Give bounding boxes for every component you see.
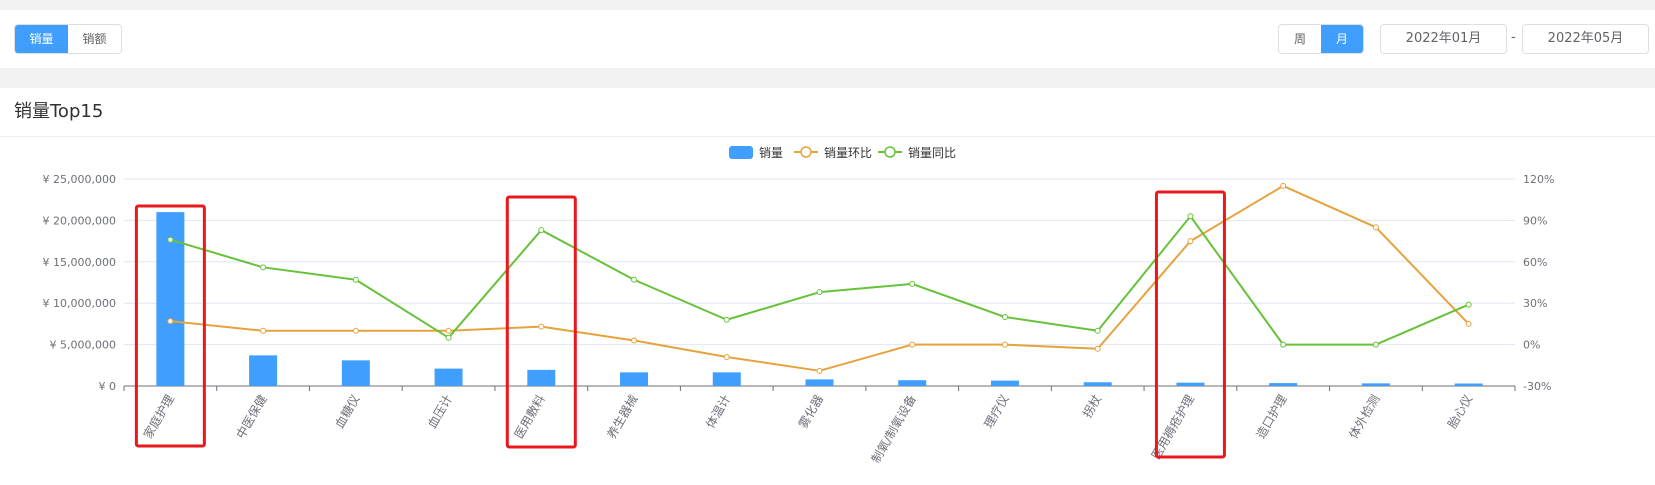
- x-axis-category-label: 中医保健: [233, 392, 270, 441]
- mom-point-9: [1001, 341, 1008, 348]
- legend-bar-swatch: [729, 146, 753, 159]
- x-axis-category-label: 体外检测: [1345, 392, 1382, 441]
- mom-point-10: [1094, 345, 1101, 352]
- yoy-point-13: [1372, 341, 1379, 348]
- right-axis-tick-label: -30%: [1523, 380, 1551, 393]
- x-axis-category-label: 家庭护理: [140, 392, 177, 441]
- highlight-box-2: [1154, 190, 1226, 459]
- mom-point-8: [909, 341, 916, 348]
- bar-10: [1083, 382, 1112, 386]
- yoy-point-0: [167, 236, 174, 243]
- chart-card: 销量Top15 ¥ 0 ¥ 5,000,000 ¥ 10,000,000 ¥ 15,0…: [0, 88, 1655, 485]
- x-axis-category-label: 理疗仪: [981, 393, 1011, 431]
- legend-yoy-label: 销量同比: [908, 146, 956, 160]
- yoy-point-5: [631, 276, 638, 283]
- yoy-point-1: [260, 264, 267, 271]
- bar-11: [1176, 382, 1205, 386]
- yoy-point-9: [1001, 314, 1008, 320]
- left-axis-tick-label: ¥ 20,000,000: [43, 214, 116, 227]
- mom-point-13: [1372, 224, 1379, 231]
- mom-point-1: [260, 327, 267, 334]
- mom-point-5: [631, 337, 638, 344]
- x-axis-category-label: 拐杖: [1079, 392, 1104, 420]
- bar-14: [1454, 383, 1483, 386]
- bar-1: [249, 355, 278, 386]
- mom-point-7: [816, 367, 823, 374]
- left-axis-tick-label: ¥ 5,000,000: [50, 339, 116, 352]
- yoy-point-3: [445, 334, 452, 341]
- x-axis-category-label: 养生器械: [604, 392, 641, 441]
- bar-2: [341, 360, 370, 386]
- right-axis-tick-label: 60%: [1523, 256, 1547, 269]
- bar-9: [990, 380, 1019, 386]
- left-axis-tick-label: ¥ 0: [99, 380, 117, 393]
- yoy-point-7: [816, 289, 823, 296]
- legend-yoy-swatch-marker: [884, 146, 896, 158]
- left-axis-tick-label: ¥ 10,000,000: [43, 297, 116, 310]
- yoy-point-8: [909, 280, 916, 287]
- period-tab-week[interactable]: 周: [1279, 25, 1321, 53]
- date-end-input[interactable]: 2022年05月: [1522, 24, 1649, 54]
- bar-6: [712, 372, 741, 386]
- legend-mom-swatch-marker: [800, 146, 812, 158]
- bar-4: [527, 369, 556, 386]
- legend-bar-label: 销量: [759, 146, 783, 160]
- x-axis-category-label: 雾化器: [796, 393, 826, 431]
- period-tab-month[interactable]: 月: [1321, 25, 1363, 53]
- date-start-input[interactable]: 2022年01月: [1380, 24, 1507, 54]
- legend-mom-label: 销量环比: [824, 146, 872, 160]
- bar-5: [620, 372, 649, 386]
- bar-8: [898, 380, 927, 386]
- mom-point-12: [1280, 182, 1287, 189]
- bar-7: [805, 379, 834, 386]
- right-axis-tick-label: 30%: [1523, 297, 1547, 310]
- right-axis-tick-label: 90%: [1523, 214, 1547, 227]
- bar-13: [1361, 383, 1390, 386]
- x-axis-category-label: 制氧/制氧设备: [869, 393, 919, 466]
- bar-12: [1269, 383, 1298, 386]
- sales-chart: ¥ 0 ¥ 5,000,000 ¥ 10,000,000 ¥ 15,000,000 ¥ …: [43, 146, 1554, 466]
- mom-point-11: [1187, 238, 1194, 245]
- x-axis-category-label: 体温计: [703, 393, 733, 431]
- metric-toggle: 销量 销额: [14, 24, 122, 54]
- x-axis-category-label: 血糖仪: [331, 392, 362, 431]
- yoy-point-14: [1465, 301, 1472, 308]
- x-axis-category-label: 医用敷料: [511, 392, 548, 441]
- mom-point-14: [1465, 320, 1472, 327]
- metric-tab-sales-volume[interactable]: 销量: [15, 25, 68, 53]
- mom-point-2: [352, 327, 359, 334]
- left-axis-tick-label: ¥ 25,000,000: [43, 173, 116, 186]
- left-axis-tick-label: ¥ 15,000,000: [43, 256, 116, 269]
- period-toggle: 周 月: [1278, 24, 1364, 54]
- yoy-point-2: [352, 276, 359, 283]
- bar-3: [434, 368, 463, 386]
- mom-point-3: [445, 327, 452, 334]
- yoy-point-4: [538, 227, 545, 234]
- yoy-point-10: [1094, 327, 1101, 334]
- mom-point-4: [538, 323, 545, 330]
- metric-tab-sales-amount[interactable]: 销额: [68, 25, 121, 53]
- toolbar: 销量 销额 周 月 2022年01月 - 2022年05月: [0, 10, 1655, 68]
- yoy-point-11: [1187, 213, 1194, 220]
- x-axis-category-label: 胎心仪: [1445, 393, 1475, 431]
- mom-series-line: [170, 184, 1470, 372]
- x-axis-category-label: 血压计: [425, 393, 455, 431]
- mom-point-0: [167, 318, 174, 325]
- mom-point-6: [723, 354, 730, 361]
- yoy-point-12: [1280, 341, 1287, 348]
- right-axis-tick-label: 0%: [1523, 339, 1540, 352]
- date-separator: -: [1511, 30, 1516, 45]
- x-axis-category-label: 造口护理: [1254, 393, 1290, 442]
- yoy-point-6: [723, 316, 730, 323]
- right-axis-tick-label: 120%: [1523, 173, 1554, 186]
- yoy-series-line: [170, 215, 1470, 346]
